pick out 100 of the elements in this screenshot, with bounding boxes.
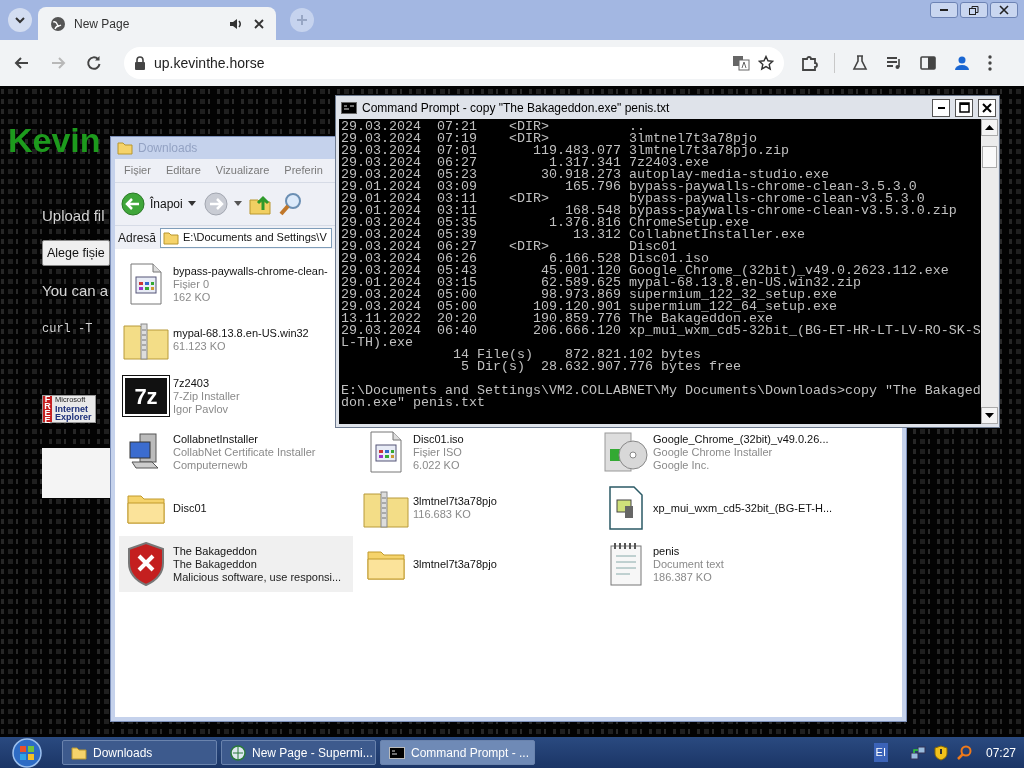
file-item[interactable]: 3lmtnel7t3a78pjo [359, 536, 501, 592]
menu-item[interactable]: Editare [165, 162, 201, 179]
back-button[interactable]: Înapoi [119, 190, 198, 218]
shield-icon [126, 542, 166, 586]
clock: 07:27 [985, 744, 1016, 762]
close-button[interactable] [978, 98, 996, 117]
console-line: 29.01.2024 03:11 168.548 bypass-paywalls-chrome-clean-v3.5.3.0.zip [341, 205, 958, 217]
restore-button[interactable] [960, 2, 988, 18]
console-line: E:\Documents and Settings\VM2.COLLABNET\My Documents\Downloads>copy "The Bakaged [341, 385, 981, 397]
file-name: mypal-68.13.8.en-US.win32 [173, 327, 309, 340]
file-item[interactable]: 3lmtnel7t3a78pjo 116.683 KO [359, 480, 501, 536]
address-bar[interactable]: up.kevinthe.horse [124, 47, 784, 79]
console-line: 29.03.2024 07:01 119.483.077 3lmtnel7t3a78pjo.zip [341, 145, 790, 157]
console-line: 29.03.2024 05:39 13.312 CollabnetInstaller.exe [341, 229, 806, 241]
badge-text: Explorer [55, 413, 92, 422]
menu-item[interactable]: Vizualizare [215, 162, 270, 179]
file-item[interactable]: 7z 7z2403 7-Zip Installer Igor Pavlov [119, 368, 244, 424]
file-name: Google_Chrome_(32bit)_v49.0.26... [653, 432, 829, 446]
folder-icon [163, 230, 180, 245]
file-name: CollabnetInstaller [173, 432, 259, 446]
badge-tag: FREE [43, 396, 52, 422]
file-item[interactable]: Disc01.iso Fișier ISO 6.022 KO [359, 424, 468, 480]
file-item[interactable]: penis Document text 186.387 KO [599, 536, 728, 592]
search-icon[interactable] [277, 191, 304, 217]
console-line: 29.03.2024 06:27 <DIR> Disc01 [341, 241, 677, 253]
search-icon[interactable] [955, 744, 972, 761]
file-detail: 116.683 KO [413, 508, 472, 521]
file-detail: 7-Zip Installer [173, 389, 240, 403]
minimize-button[interactable] [930, 2, 958, 18]
file-icon [608, 486, 644, 530]
plus-icon [294, 12, 310, 28]
lock-icon [134, 56, 146, 70]
choose-file-button[interactable]: Alege fișie [42, 240, 110, 266]
console-line: 29.01.2024 03:15 62.589.625 mypal-68.13.8.en-US.win32.zip [341, 277, 861, 289]
side-panel-icon[interactable] [919, 54, 937, 72]
taskbar-button[interactable]: Command Prompt - ... [380, 740, 535, 765]
profile-icon[interactable] [953, 54, 971, 72]
file-item[interactable]: CollabnetInstaller CollabNet Certificate Installer Computernewb [119, 424, 320, 480]
file-detail: Fișier ISO [413, 445, 463, 459]
console-line: 14 File(s) 872.821.102 bytes [451, 349, 702, 361]
file-item[interactable]: The Bakageddon The Bakageddon Malicious software, use responsi... [119, 536, 353, 592]
folder-icon [117, 141, 133, 155]
file-detail: CollabNet Certificate Installer [173, 445, 316, 459]
folder-icon [127, 492, 165, 524]
menu-item[interactable]: Preferin [284, 162, 323, 179]
console-line: 29.03.2024 05:00 109.120.901 supermium_122_64_setup.exe [341, 301, 838, 313]
translate-icon[interactable] [732, 55, 750, 71]
browser-tab[interactable]: New Page [38, 7, 276, 40]
command-text: curl -T [42, 321, 93, 338]
close-icon [982, 102, 992, 113]
console-line: 29.03.2024 06:27 1.317.341 7z2403.exe [341, 157, 709, 169]
restore-icon [969, 5, 979, 15]
document-icon [128, 263, 164, 305]
flask-icon[interactable] [851, 54, 869, 72]
console-line: 29.03.2024 07:19 <DIR> 3lmtnel7t3a78pjo [341, 133, 757, 145]
network-icon[interactable] [909, 744, 926, 761]
puzzle-icon[interactable] [800, 54, 818, 72]
close-icon[interactable] [252, 16, 266, 31]
language-indicator[interactable]: EI [873, 743, 888, 762]
file-item[interactable]: bypass-paywalls-chrome-clean- Fișier 0 162 KO [119, 256, 332, 312]
down-arrow-icon[interactable] [984, 413, 994, 418]
caret-icon[interactable] [233, 201, 242, 207]
menu-item[interactable]: Fișier [124, 162, 151, 179]
blank-panel [42, 448, 110, 498]
console-line: L-TH).exe [341, 337, 414, 349]
taskbar-button[interactable]: New Page - Supermi... [221, 740, 376, 765]
file-name: 3lmtnel7t3a78pjo [413, 557, 497, 571]
media-controls-icon[interactable] [885, 54, 903, 72]
taskbar-button[interactable]: Downloads [62, 740, 217, 765]
shield-icon[interactable] [933, 744, 948, 761]
file-item[interactable]: mypal-68.13.8.en-US.win32 61.123 KO [119, 312, 313, 368]
file-item[interactable]: Disc01 [119, 480, 211, 536]
up-arrow-icon[interactable] [984, 125, 994, 130]
file-detail: 61.123 KO [173, 340, 227, 353]
document-icon [368, 431, 404, 473]
zipped-folder-icon [123, 320, 169, 360]
file-name: Disc01.iso [413, 432, 464, 446]
close-icon [999, 5, 1009, 15]
scrollbar[interactable] [980, 119, 998, 424]
file-name: The Bakageddon [173, 544, 258, 558]
console-line: 5 Dir(s) 28.632.907.776 bytes free [459, 361, 742, 373]
badge-text: Internet [55, 404, 88, 414]
menu-icon[interactable] [987, 54, 993, 72]
file-item[interactable]: Google_Chrome_(32bit)_v49.0.26... Google Chrome Installer Google Inc. [599, 424, 833, 480]
console-line: 29.01.2024 03:09 165.796 bypass-paywalls-chrome-clean-3.5.3.0 [341, 181, 917, 193]
star-icon[interactable] [758, 55, 774, 71]
file-item[interactable]: xp_mui_wxm_cd5-32bit_(BG-ET-H... [599, 480, 837, 536]
scroll-thumb[interactable] [981, 146, 997, 168]
address-field[interactable]: E:\Documents and Settings\V [160, 227, 333, 248]
maximize-icon [958, 102, 970, 113]
file-detail: Malicious software, use responsi... [173, 570, 342, 584]
app-logo: 7z [123, 376, 169, 416]
console-icon [341, 101, 357, 114]
minimize-button[interactable] [932, 98, 950, 117]
maximize-button[interactable] [955, 98, 973, 117]
site-heading: Kevin [8, 120, 101, 160]
close-button[interactable] [990, 2, 1018, 18]
tab-search-button[interactable] [8, 8, 32, 32]
zipped-folder-icon [363, 488, 409, 528]
disc-icon [603, 431, 649, 473]
